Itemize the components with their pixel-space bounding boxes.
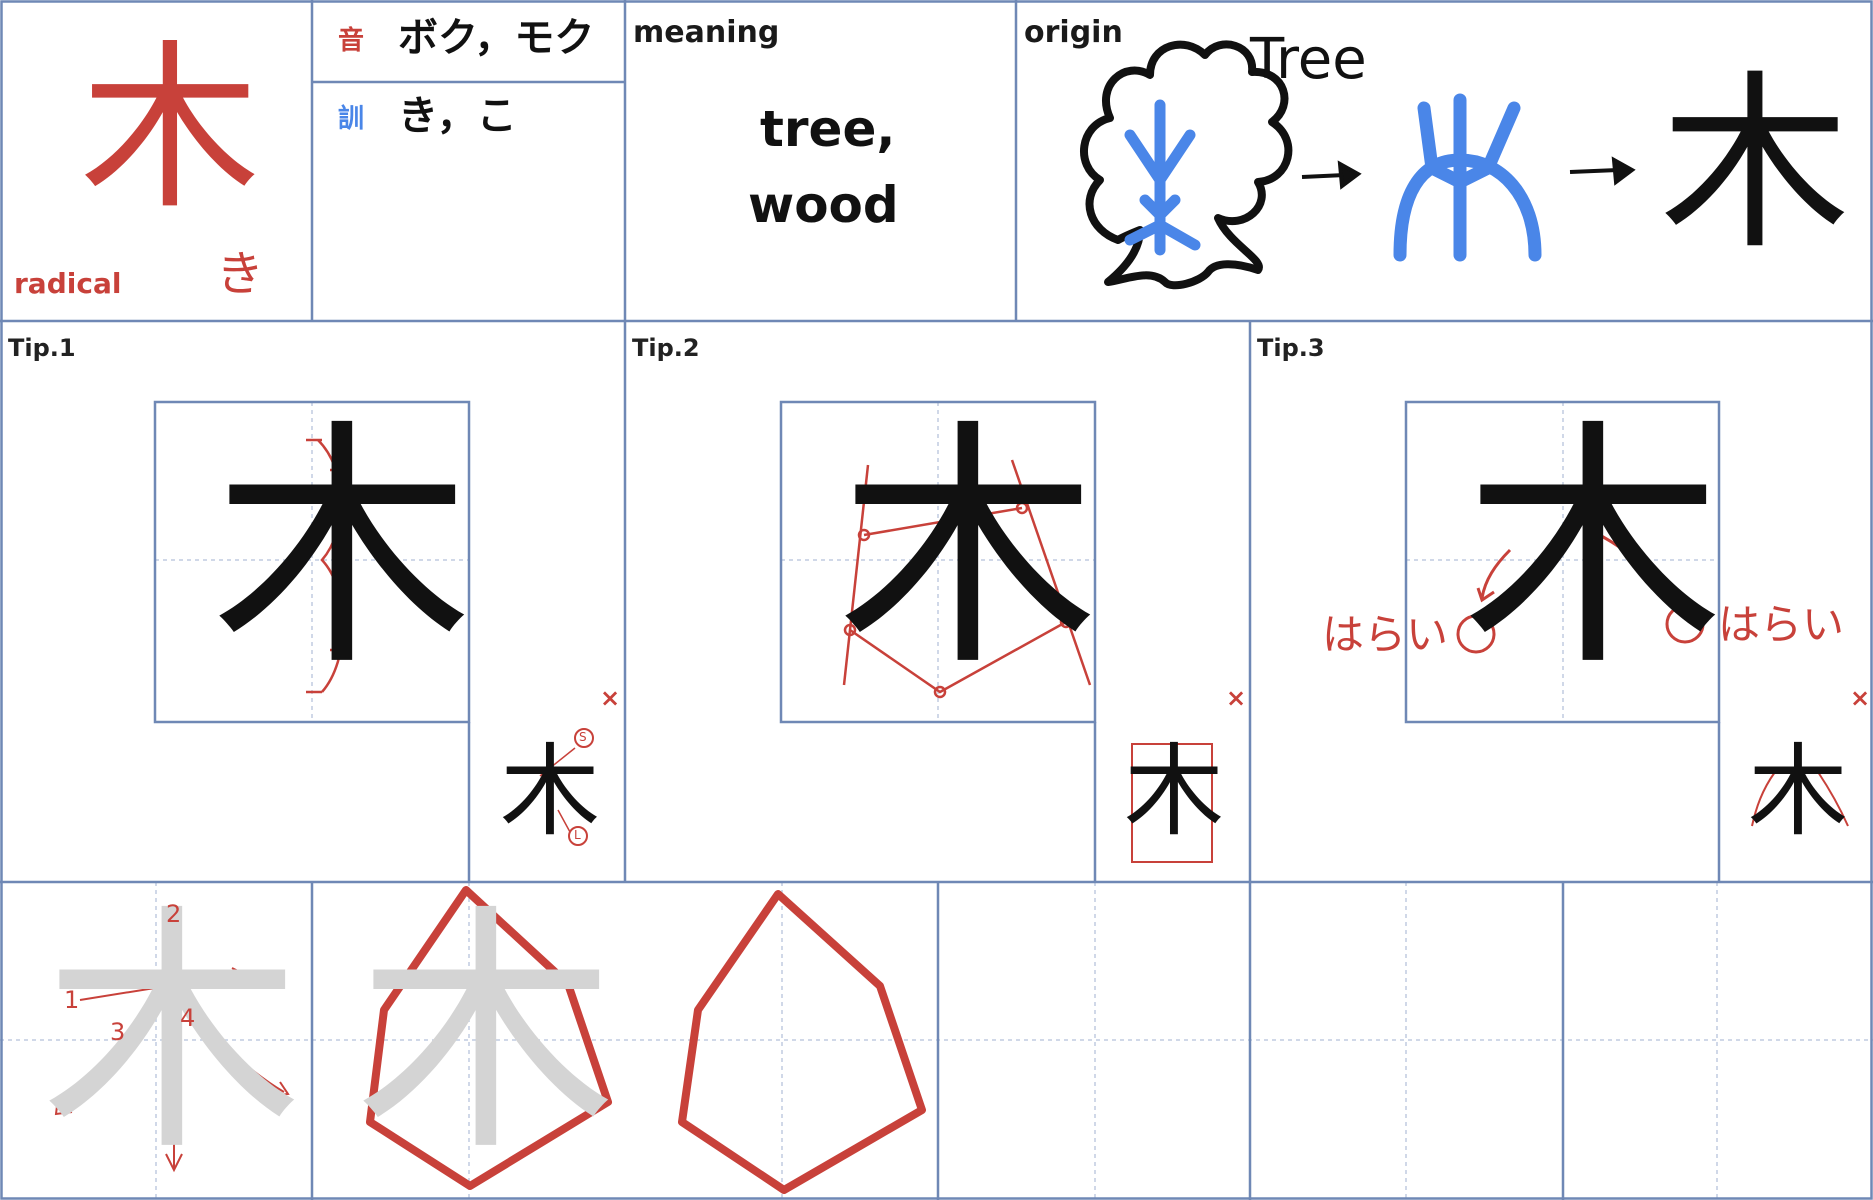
on-reading-value: ボク，モク xyxy=(398,15,595,61)
tip1-mark-s: S xyxy=(579,730,587,744)
tip3-kanji: 木 xyxy=(1463,399,1723,701)
stroke-number-3: 3 xyxy=(110,1018,126,1046)
tip1-mini-kanji: 木 xyxy=(500,733,600,850)
tip2-close-icon[interactable]: × xyxy=(1226,686,1246,710)
tip3-mini-kanji: 木 xyxy=(1748,733,1848,850)
origin-arrow-2 xyxy=(1569,156,1636,186)
tip3-harai-right: はらい xyxy=(1718,600,1845,649)
origin-modern-kanji: 木 xyxy=(1660,54,1851,275)
tip1-kanji: 木 xyxy=(212,399,472,701)
kun-reading-value: き，こ xyxy=(398,93,517,139)
stroke-number-4: 4 xyxy=(180,1004,196,1032)
tip1-label: Tip.1 xyxy=(8,334,76,362)
origin-label: origin xyxy=(1024,15,1123,50)
origin-caption: Tree xyxy=(1250,27,1367,92)
tip2-label: Tip.2 xyxy=(632,334,700,362)
tip3-harai-left: はらい xyxy=(1322,610,1449,659)
on-reading-label: 音 xyxy=(338,26,365,56)
radical-label: radical xyxy=(14,267,122,300)
practice-trace-kanji: 木 xyxy=(356,884,616,1186)
tip2-mini-kanji: 木 xyxy=(1124,733,1224,850)
practice-outline-2 xyxy=(678,890,926,1194)
stroke-order-trace-kanji: 木 xyxy=(42,884,302,1186)
tip3-label: Tip.3 xyxy=(1257,334,1325,362)
meaning-line-1: tree, xyxy=(760,100,896,158)
origin-arrow-1 xyxy=(1301,160,1362,190)
meaning-line-2: wood xyxy=(748,176,899,234)
kanji-worksheet: 木 radical き 音 ボク，モク 訓 き，こ meaning tree, … xyxy=(0,0,1873,1200)
tip3-close-icon[interactable]: × xyxy=(1850,686,1870,710)
origin-ancient-glyph xyxy=(1393,93,1542,262)
stroke-number-1: 1 xyxy=(64,986,80,1014)
kun-reading-label: 訓 xyxy=(338,104,365,134)
tip2-kanji: 木 xyxy=(838,399,1098,701)
meaning-label: meaning xyxy=(633,15,780,50)
tip1-close-icon[interactable]: × xyxy=(600,686,620,710)
stroke-number-2: 2 xyxy=(166,900,182,928)
radical-reading: き xyxy=(216,246,265,302)
tip1-mark-l: L xyxy=(574,828,581,842)
radical-kanji: 木 xyxy=(80,25,261,234)
